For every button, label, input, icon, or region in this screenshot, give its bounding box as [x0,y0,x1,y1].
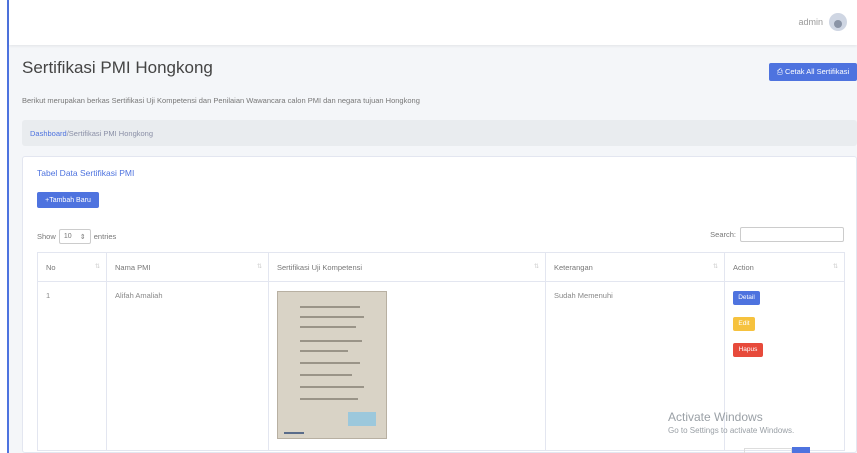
add-new-button[interactable]: +Tambah Baru [37,192,99,208]
breadcrumb-dashboard-link[interactable]: Dashboard [30,129,67,138]
print-all-certificates-button[interactable]: ⎙ Cetak All Sertifikasi [769,63,857,81]
breadcrumb: Dashboard / Sertifikasi PMI Hongkong [22,120,857,146]
column-header-nama[interactable]: Nama PMI ⇅ [106,252,269,282]
user-icon [834,20,842,28]
certificate-stamp [348,412,376,426]
certificate-signature [284,424,304,434]
sort-icon: ⇅ [94,264,100,270]
page-description: Berikut merupakan berkas Sertifikasi Uji… [22,96,420,105]
cell-certificate [268,281,546,451]
entries-label: entries [93,232,117,241]
entries-select[interactable]: 10 ⇕ [58,229,91,244]
show-entries: Show 10 ⇕ entries [37,229,116,244]
page-title: Sertifikasi PMI Hongkong [22,58,213,77]
breadcrumb-current: Sertifikasi PMI Hongkong [68,128,153,138]
column-header-keterangan[interactable]: Keterangan ⇅ [545,252,725,282]
topbar: admin [9,0,857,45]
username[interactable]: admin [798,17,823,27]
search-area: Search: [710,227,844,242]
watermark-subtitle: Go to Settings to activate Windows. [668,426,795,435]
delete-button[interactable]: Hapus [733,343,763,357]
watermark-title: Activate Windows [668,410,763,424]
column-header-no[interactable]: No ⇅ [37,252,107,282]
sort-icon: ⇅ [533,264,539,270]
column-header-sertifikasi[interactable]: Sertifikasi Uji Kompetensi ⇅ [268,252,546,282]
edit-button[interactable]: Edit [733,317,755,331]
cell-no: 1 [37,281,107,451]
sort-icon: ⇅ [832,264,838,270]
detail-button[interactable]: Detail [733,291,760,305]
chevron-updown-icon: ⇕ [79,233,86,241]
entries-value: 10 [63,233,72,240]
windows-activation-watermark: Activate Windows Go to Settings to activ… [668,410,794,435]
search-label: Search: [710,230,736,239]
cell-nama: Alifah Amaliah [106,281,269,451]
card-title: Tabel Data Sertifikasi PMI [37,168,135,178]
pagination-active-page[interactable] [792,447,810,453]
pagination[interactable] [744,448,792,453]
sidebar-edge [0,0,9,453]
column-header-action[interactable]: Action ⇅ [724,252,845,282]
sort-icon: ⇅ [712,264,718,270]
sort-icon: ⇅ [256,264,262,270]
data-card: Tabel Data Sertifikasi PMI +Tambah Baru … [22,156,857,453]
user-menu[interactable]: admin [798,13,847,31]
search-input[interactable] [740,227,844,242]
show-label: Show [37,232,56,241]
certificate-image[interactable] [277,291,387,439]
avatar[interactable] [829,13,847,31]
